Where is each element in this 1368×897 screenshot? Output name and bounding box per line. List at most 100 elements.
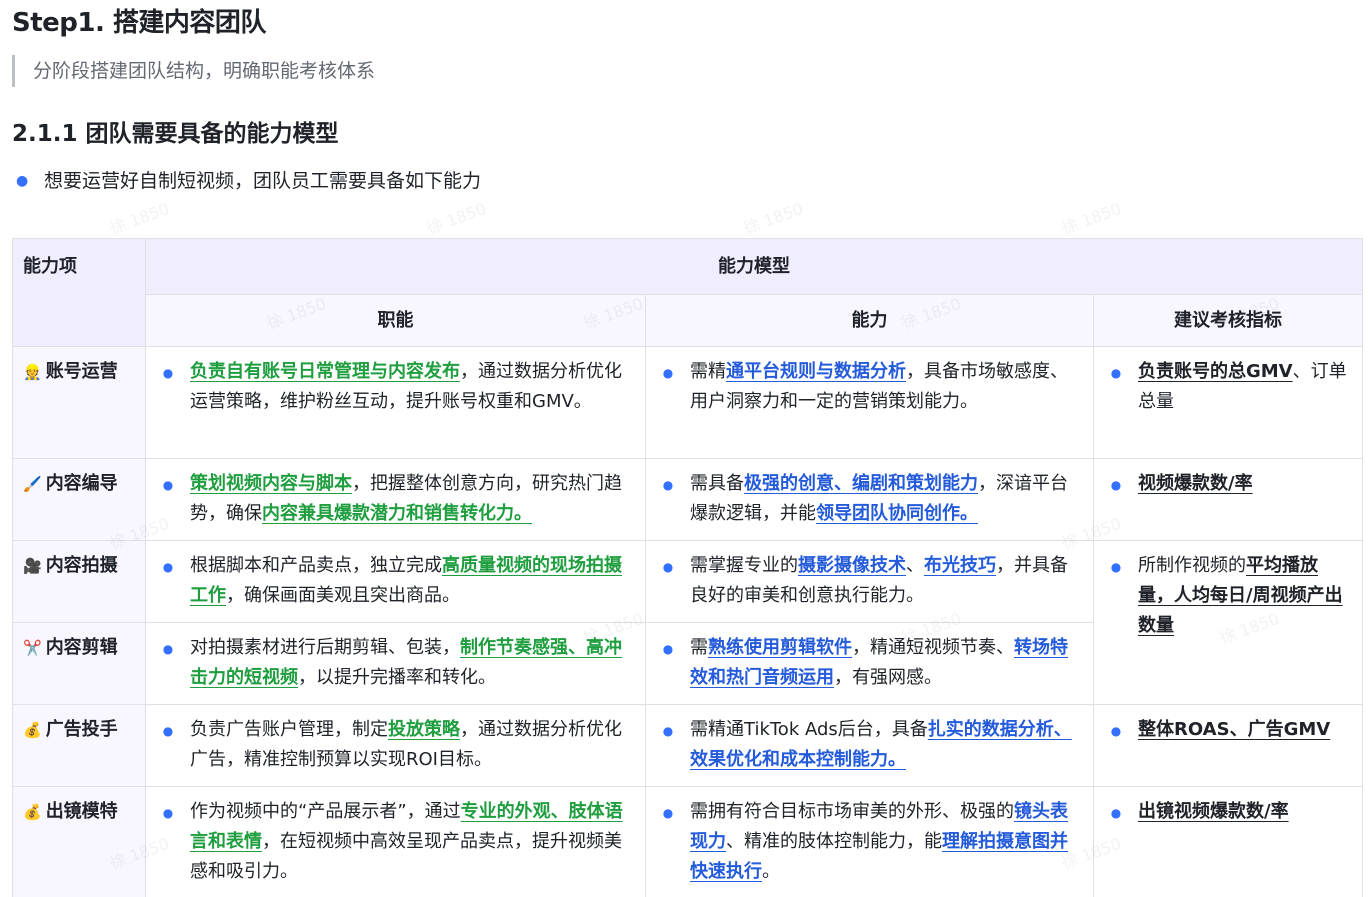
- watermark-text: 徐 1850: [107, 198, 172, 238]
- kpi-cell: ● 负责账号的总GMV、订单总量: [1092, 346, 1364, 459]
- plain-text: 。: [762, 861, 780, 882]
- kpi-bullet-text: 出镜视频爆款数/率: [1138, 797, 1350, 828]
- plain-text: ，精通短视频节奏、: [852, 637, 1014, 658]
- ability-cell: ● 需精通TikTok Ads后台，具备扎实的数据分析、效果优化和成本控制能力。: [645, 704, 1094, 787]
- watermark-text: 徐 1850: [424, 198, 489, 238]
- kpi-bullet: ● 整体ROAS、广告GMV: [1094, 715, 1350, 746]
- role-label: 出镜模特: [45, 801, 118, 822]
- duty-bullet: ● 策划视频内容与脚本，把握整体创意方向，研究热门趋势，确保内容兼具爆款潜力和销售…: [146, 469, 633, 529]
- bullet-dot-icon: ●: [1110, 478, 1122, 492]
- intro-text: 想要运营好自制短视频，团队员工需要具备如下能力: [44, 170, 482, 192]
- ability-cell: ● 需精通平台规则与数据分析，具备市场敏感度、用户洞察力和一定的营销策划能力。: [645, 346, 1094, 459]
- table-row: 🖌️ 内容编导 ● 策划视频内容与脚本，把握整体创意方向，研究热门趋势，确保内容兼具爆…: [12, 458, 1364, 541]
- plain-text: ，以提升完播率和转化。: [298, 667, 496, 688]
- bullet-dot-icon: ●: [162, 366, 174, 380]
- kpi-bullet: ● 视频爆款数/率: [1094, 469, 1350, 500]
- role-emoji-icon: 🎥: [23, 557, 42, 575]
- highlight-text: 视频爆款数/率: [1138, 473, 1253, 494]
- duty-cell: ● 负责广告账户管理，制定投放策略，通过数据分析优化广告，精准控制预算以实现ROI…: [145, 704, 646, 787]
- kpi-bullet: ● 负责账号的总GMV、订单总量: [1094, 357, 1350, 417]
- bullet-dot-icon: ●: [1110, 366, 1122, 380]
- header-ability-item: 能力项: [12, 238, 146, 347]
- role-emoji-icon: ✂️: [23, 639, 42, 657]
- bullet-dot-icon: ●: [162, 560, 174, 574]
- plain-text: 需具备: [690, 473, 744, 494]
- ability-bullet: ● 需拥有符合目标市场审美的外形、极强的镜头表现力、精准的肢体控制能力，能理解拍摄…: [646, 797, 1081, 887]
- highlight-text: 负责账号的总GMV: [1138, 361, 1293, 382]
- ability-bullet-text: 需掌握专业的摄影摄像技术、布光技巧，并具备良好的审美和创意执行能力。: [690, 551, 1081, 611]
- bullet-dot-icon: ●: [662, 642, 674, 656]
- row-label-cell: 🖌️ 内容编导: [12, 458, 146, 541]
- kpi-bullet-text: 整体ROAS、广告GMV: [1138, 715, 1350, 746]
- ability-bullet: ● 需掌握专业的摄影摄像技术、布光技巧，并具备良好的审美和创意执行能力。: [646, 551, 1081, 611]
- highlight-text: 整体ROAS、广告GMV: [1138, 719, 1331, 740]
- role-emoji-icon: 👷: [23, 363, 42, 381]
- highlight-text: 布光技巧: [924, 555, 996, 576]
- highlight-text: 熟练使用剪辑软件: [708, 637, 852, 658]
- plain-text: 负责广告账户管理，制定: [190, 719, 388, 740]
- role-emoji-icon: 💰: [23, 721, 42, 739]
- ability-cell: ● 需掌握专业的摄影摄像技术、布光技巧，并具备良好的审美和创意执行能力。: [645, 540, 1094, 623]
- table-body: 👷 账号运营 ● 负责自有账号日常管理与内容发布，通过数据分析优化运营策略，维护粉丝互…: [12, 346, 1364, 897]
- watermark-text: 徐 1850: [1059, 198, 1124, 238]
- kpi-bullet-text: 所制作视频的平均播放量，人均每日/周视频产出数量: [1138, 551, 1350, 641]
- kpi-bullet: ● 出镜视频爆款数/率: [1094, 797, 1350, 828]
- section-heading: 2.1.1 团队需要具备的能力模型: [12, 121, 339, 147]
- row-label-cell: 💰 广告投手: [12, 704, 146, 787]
- bullet-dot-icon: ●: [1110, 724, 1122, 738]
- kpi-cell: ● 整体ROAS、广告GMV: [1092, 704, 1364, 787]
- plain-text: 对拍摄素材进行后期剪辑、包装，: [190, 637, 460, 658]
- duty-cell: ● 根据脚本和产品卖点，独立完成高质量视频的现场拍摄工作，确保画面美观且突出商品。: [145, 540, 646, 623]
- highlight-text: 领导团队协同创作。: [816, 503, 978, 524]
- plain-text: ，确保画面美观且突出商品。: [226, 585, 460, 606]
- bullet-dot-icon: ●: [662, 478, 674, 492]
- plain-text: 需精: [690, 361, 726, 382]
- plain-text: 需: [690, 637, 708, 658]
- duty-cell: ● 对拍摄素材进行后期剪辑、包装，制作节奏感强、高冲击力的短视频，以提升完播率和转…: [145, 622, 646, 705]
- ability-cell: ● 需熟练使用剪辑软件，精通短视频节奏、转场特效和热门音频运用，有强网感。: [645, 622, 1094, 705]
- role-label: 内容剪辑: [45, 637, 118, 658]
- header-ability-model: 能力模型: [144, 238, 1364, 295]
- role-label: 账号运营: [45, 361, 118, 382]
- bullet-dot-icon: ●: [162, 478, 174, 492]
- kpi-cell: ● 所制作视频的平均播放量，人均每日/周视频产出数量: [1092, 540, 1364, 705]
- kpi-bullet: ● 所制作视频的平均播放量，人均每日/周视频产出数量: [1094, 551, 1350, 641]
- duty-bullet: ● 作为视频中的“产品展示者”，通过专业的外观、肢体语言和表情，在短视频中高效呈现…: [146, 797, 633, 887]
- highlight-text: 极强的创意、编剧和策划能力: [744, 473, 978, 494]
- highlight-text: 负责自有账号日常管理与内容发布: [190, 361, 460, 382]
- duty-cell: ● 作为视频中的“产品展示者”，通过专业的外观、肢体语言和表情，在短视频中高效呈现…: [145, 786, 646, 897]
- bullet-dot-icon: ●: [662, 806, 674, 820]
- plain-text: 根据脚本和产品卖点，独立完成: [190, 555, 442, 576]
- bullet-dot-icon: ●: [1110, 560, 1122, 574]
- ability-bullet-text: 需拥有符合目标市场审美的外形、极强的镜头表现力、精准的肢体控制能力，能理解拍摄意…: [690, 797, 1081, 887]
- ability-bullet: ● 需精通TikTok Ads后台，具备扎实的数据分析、效果优化和成本控制能力。: [646, 715, 1081, 775]
- kpi-bullet-text: 视频爆款数/率: [1138, 469, 1350, 500]
- table-row: 💰 广告投手 ● 负责广告账户管理，制定投放策略，通过数据分析优化广告，精准控制预算以…: [12, 704, 1364, 787]
- header-duty: 职能: [145, 294, 646, 347]
- ability-cell: ● 需具备极强的创意、编剧和策划能力，深谙平台爆款逻辑，并能领导团队协同创作。: [645, 458, 1094, 541]
- plain-text: ，有强网感。: [834, 667, 942, 688]
- kpi-cell: ● 视频爆款数/率: [1092, 458, 1364, 541]
- ability-model-table: 能力项 能力模型 职能 能力 建议考核指标 👷 账号运营 ● 负责自有账号日常管理与内…: [12, 238, 1364, 897]
- highlight-text: 策划视频内容与脚本: [190, 473, 352, 494]
- duty-bullet: ● 对拍摄素材进行后期剪辑、包装，制作节奏感强、高冲击力的短视频，以提升完播率和转…: [146, 633, 633, 693]
- duty-bullet-text: 负责自有账号日常管理与内容发布，通过数据分析优化运营策略，维护粉丝互动，提升账号…: [190, 357, 633, 417]
- duty-bullet: ● 根据脚本和产品卖点，独立完成高质量视频的现场拍摄工作，确保画面美观且突出商品。: [146, 551, 633, 611]
- duty-bullet-text: 根据脚本和产品卖点，独立完成高质量视频的现场拍摄工作，确保画面美观且突出商品。: [190, 551, 633, 611]
- role-label: 内容编导: [45, 473, 118, 494]
- duty-cell: ● 负责自有账号日常管理与内容发布，通过数据分析优化运营策略，维护粉丝互动，提升账…: [145, 346, 646, 459]
- ability-bullet: ● 需熟练使用剪辑软件，精通短视频节奏、转场特效和热门音频运用，有强网感。: [646, 633, 1081, 693]
- highlight-text: 投放策略: [388, 719, 460, 740]
- bullet-dot-icon: ●: [1110, 806, 1122, 820]
- duty-bullet-text: 负责广告账户管理，制定投放策略，通过数据分析优化广告，精准控制预算以实现ROI目…: [190, 715, 633, 775]
- role-label: 广告投手: [45, 719, 118, 740]
- header-ability: 能力: [645, 294, 1094, 347]
- watermark-text: 徐 1850: [741, 198, 806, 238]
- plain-text: 、精准的肢体控制能力，能: [726, 831, 942, 852]
- bullet-dot-icon: ●: [662, 724, 674, 738]
- highlight-text: 出镜视频爆款数/率: [1138, 801, 1289, 822]
- quote-block: 分阶段搭建团队结构，明确职能考核体系: [12, 55, 375, 87]
- table-row: 💰 出镜模特 ● 作为视频中的“产品展示者”，通过专业的外观、肢体语言和表情，在短视频…: [12, 786, 1364, 897]
- highlight-text: 内容兼具爆款潜力和销售转化力。: [262, 503, 532, 524]
- ability-bullet-text: 需具备极强的创意、编剧和策划能力，深谙平台爆款逻辑，并能领导团队协同创作。: [690, 469, 1081, 529]
